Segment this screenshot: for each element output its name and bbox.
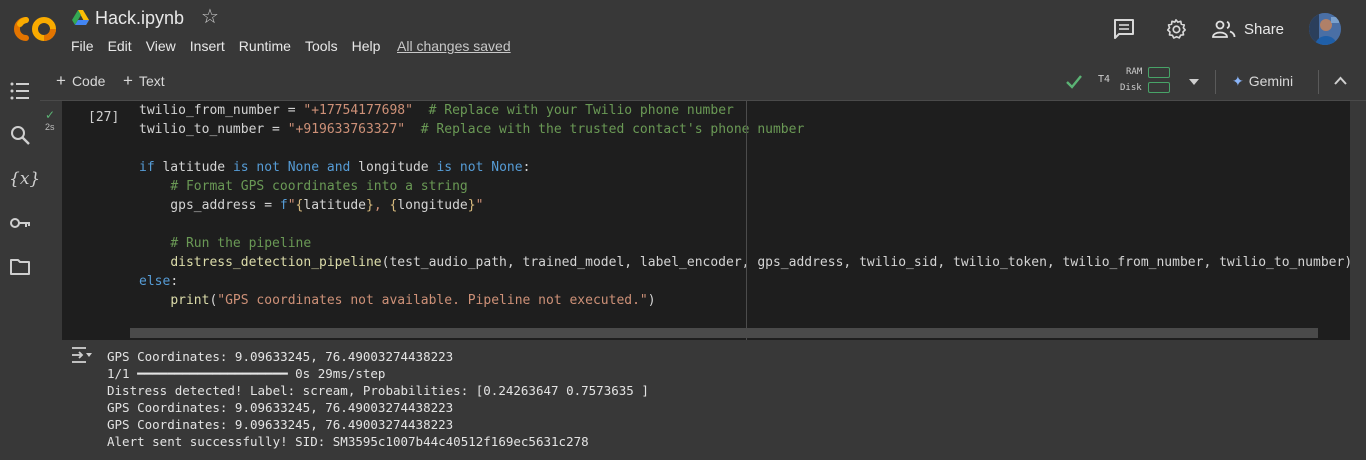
star-icon[interactable]: ☆ bbox=[201, 6, 219, 28]
save-status-link[interactable]: All changes saved bbox=[397, 38, 511, 54]
code-text[interactable]: twilio_from_number = "+17754177698" # Re… bbox=[139, 101, 1350, 310]
code-line[interactable]: # Run the pipeline bbox=[139, 234, 1350, 253]
code-line[interactable] bbox=[139, 139, 1350, 158]
code-cell[interactable]: ✓ 2s [27] twilio_from_number = "+1775417… bbox=[40, 101, 1350, 340]
left-sidebar: {x} bbox=[0, 64, 40, 460]
run-status-check-icon[interactable]: ✓ bbox=[45, 108, 55, 122]
execution-count[interactable]: [27] bbox=[88, 110, 119, 125]
ram-label: RAM bbox=[1126, 67, 1143, 77]
notebook-title[interactable]: Hack.ipynb bbox=[95, 8, 184, 29]
runtime-type-label[interactable]: T4 bbox=[1098, 74, 1110, 85]
toolbar-divider bbox=[1318, 70, 1319, 94]
code-line[interactable]: gps_address = f"{latitude}, {longitude}" bbox=[139, 196, 1350, 215]
avatar[interactable] bbox=[1309, 13, 1341, 45]
share-button[interactable]: Share bbox=[1212, 16, 1284, 42]
gear-icon[interactable] bbox=[1165, 18, 1187, 40]
code-line[interactable]: else: bbox=[139, 272, 1350, 291]
collapse-chevron-up-icon[interactable] bbox=[1334, 76, 1347, 85]
toolbar-divider bbox=[1215, 70, 1216, 94]
code-line[interactable]: twilio_to_number = "+919633763327" # Rep… bbox=[139, 120, 1350, 139]
menu-file[interactable]: File bbox=[64, 38, 101, 54]
code-line[interactable]: print("GPS coordinates not available. Pi… bbox=[139, 291, 1350, 310]
notebook-toolbar: + Code + Text T4 RAM Disk ✦ Gemini bbox=[40, 64, 1366, 101]
search-icon[interactable] bbox=[9, 124, 31, 146]
colab-logo[interactable] bbox=[12, 12, 58, 46]
comment-icon[interactable] bbox=[1113, 18, 1135, 40]
people-icon bbox=[1212, 20, 1236, 38]
code-editor[interactable]: [27] twilio_from_number = "+17754177698"… bbox=[62, 101, 1350, 340]
code-line[interactable]: if latitude is not None and longitude is… bbox=[139, 158, 1350, 177]
top-bar: Hack.ipynb ☆ File Edit View Insert Runti… bbox=[0, 0, 1366, 64]
menu-tools[interactable]: Tools bbox=[298, 38, 345, 54]
menu-insert[interactable]: Insert bbox=[183, 38, 232, 54]
plus-icon: + bbox=[56, 71, 66, 90]
share-label: Share bbox=[1244, 20, 1285, 38]
chevron-down-icon[interactable] bbox=[1188, 78, 1200, 86]
code-line[interactable]: twilio_from_number = "+17754177698" # Re… bbox=[139, 101, 1350, 120]
horizontal-scrollbar[interactable] bbox=[130, 328, 1318, 338]
menu-bar: File Edit View Insert Runtime Tools Help bbox=[64, 38, 387, 54]
menu-edit[interactable]: Edit bbox=[101, 38, 139, 54]
ram-usage-bar[interactable] bbox=[1148, 67, 1170, 78]
add-code-button[interactable]: + Code bbox=[56, 71, 106, 90]
add-text-button[interactable]: + Text bbox=[123, 71, 165, 90]
output-line: GPS Coordinates: 9.09633245, 76.49003274… bbox=[107, 349, 454, 364]
cell-output: GPS Coordinates: 9.09633245, 76.49003274… bbox=[40, 340, 1366, 460]
variables-icon[interactable]: {x} bbox=[9, 168, 40, 190]
drive-icon[interactable] bbox=[72, 10, 89, 25]
gemini-icon: ✦ bbox=[1232, 73, 1244, 89]
gemini-button[interactable]: ✦ Gemini bbox=[1232, 73, 1293, 89]
add-code-label: Code bbox=[71, 73, 106, 89]
output-text: GPS Coordinates: 9.09633245, 76.49003274… bbox=[107, 348, 649, 450]
add-text-label: Text bbox=[138, 73, 165, 89]
output-line: GPS Coordinates: 9.09633245, 76.49003274… bbox=[107, 417, 454, 432]
output-line: GPS Coordinates: 9.09633245, 76.49003274… bbox=[107, 400, 454, 415]
gemini-label: Gemini bbox=[1248, 73, 1294, 89]
plus-icon: + bbox=[123, 71, 133, 90]
output-actions-icon[interactable] bbox=[70, 346, 92, 364]
code-line[interactable]: distress_detection_pipeline(test_audio_p… bbox=[139, 253, 1350, 272]
menu-help[interactable]: Help bbox=[345, 38, 388, 54]
output-line: 1/1 ━━━━━━━━━━━━━━━━━━━━ 0s 29ms/step bbox=[107, 366, 386, 381]
code-line[interactable]: # Format GPS coordinates into a string bbox=[139, 177, 1350, 196]
menu-runtime[interactable]: Runtime bbox=[232, 38, 298, 54]
menu-view[interactable]: View bbox=[139, 38, 183, 54]
disk-label: Disk bbox=[1120, 83, 1142, 93]
disk-usage-bar[interactable] bbox=[1148, 82, 1170, 93]
table-of-contents-icon[interactable] bbox=[9, 80, 31, 102]
connected-check-icon[interactable] bbox=[1065, 74, 1083, 89]
secrets-key-icon[interactable] bbox=[9, 212, 31, 234]
files-folder-icon[interactable] bbox=[9, 256, 31, 278]
output-line: Alert sent successfully! SID: SM3595c100… bbox=[107, 434, 589, 449]
output-line: Distress detected! Label: scream, Probab… bbox=[107, 383, 649, 398]
editor-ruler bbox=[746, 101, 747, 340]
code-line[interactable] bbox=[139, 215, 1350, 234]
execution-time: 2s bbox=[45, 122, 55, 132]
